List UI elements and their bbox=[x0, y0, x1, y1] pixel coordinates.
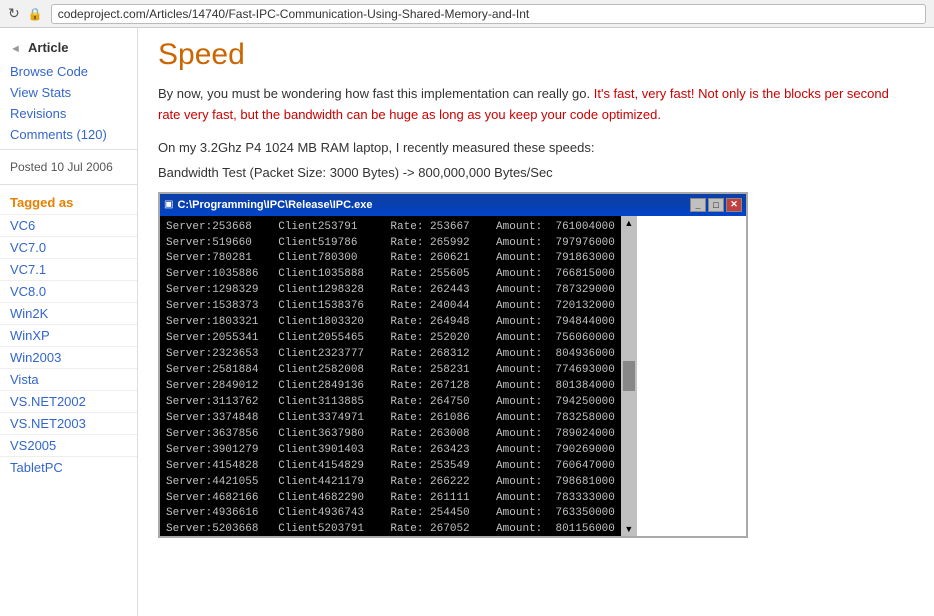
terminal-minimize-button[interactable]: _ bbox=[690, 198, 706, 212]
sidebar-link-revisions[interactable]: Revisions bbox=[0, 103, 137, 124]
terminal-title: C:\Programming\IPC\Release\IPC.exe bbox=[177, 199, 372, 211]
terminal-titlebar-left: ▣ C:\Programming\IPC\Release\IPC.exe bbox=[164, 199, 372, 211]
terminal-line: Server:3113762 Client3113885 Rate: 26475… bbox=[166, 395, 615, 411]
terminal-line: Server:4682166 Client4682290 Rate: 26111… bbox=[166, 491, 615, 507]
terminal-window: ▣ C:\Programming\IPC\Release\IPC.exe _ □… bbox=[158, 192, 748, 538]
sidebar: ◄ Article Browse Code View Stats Revisio… bbox=[0, 28, 138, 616]
sidebar-section-title: ◄ Article bbox=[0, 36, 137, 61]
bandwidth-line: Bandwidth Test (Packet Size: 3000 Bytes)… bbox=[158, 165, 914, 180]
sidebar-tag-tabletpc[interactable]: TabletPC bbox=[0, 456, 137, 478]
terminal-body: Server:253668 Client253791 Rate: 253667 … bbox=[160, 216, 621, 536]
sidebar-divider-2 bbox=[0, 184, 137, 185]
sidebar-divider-1 bbox=[0, 149, 137, 150]
terminal-line: Server:4421055 Client4421179 Rate: 26622… bbox=[166, 475, 615, 491]
sidebar-tagged-label: Tagged as bbox=[0, 189, 137, 214]
terminal-window-buttons: _ □ ✕ bbox=[690, 198, 742, 212]
sidebar-posted: Posted 10 Jul 2006 bbox=[0, 154, 137, 180]
terminal-line: Server:4936616 Client4936743 Rate: 25445… bbox=[166, 506, 615, 522]
sidebar-tag-win2003[interactable]: Win2003 bbox=[0, 346, 137, 368]
speed-label: On my 3.2Ghz P4 1024 MB RAM laptop, I re… bbox=[158, 140, 914, 155]
sidebar-tag-vc70[interactable]: VC7.0 bbox=[0, 236, 137, 258]
terminal-line: Server:780281 Client780300 Rate: 260621 … bbox=[166, 251, 615, 267]
content-area: Speed By now, you must be wondering how … bbox=[138, 28, 934, 616]
terminal-line: Server:2055341 Client2055465 Rate: 25202… bbox=[166, 331, 615, 347]
sidebar-arrow: ◄ bbox=[10, 43, 21, 55]
terminal-cmd-icon: ▣ bbox=[164, 199, 173, 210]
terminal-line: Server:5203668 Client5203791 Rate: 26705… bbox=[166, 522, 615, 535]
sidebar-link-browse-code[interactable]: Browse Code bbox=[0, 61, 137, 82]
sidebar-tag-vc71[interactable]: VC7.1 bbox=[0, 258, 137, 280]
page-title: Speed bbox=[158, 38, 914, 72]
sidebar-tag-vc6[interactable]: VC6 bbox=[0, 214, 137, 236]
terminal-close-button[interactable]: ✕ bbox=[726, 198, 742, 212]
terminal-line: Server:2849012 Client2849136 Rate: 26712… bbox=[166, 379, 615, 395]
terminal-line: Server:2323653 Client2323777 Rate: 26831… bbox=[166, 347, 615, 363]
sidebar-tag-vc80[interactable]: VC8.0 bbox=[0, 280, 137, 302]
sidebar-tag-vsnet2002[interactable]: VS.NET2002 bbox=[0, 390, 137, 412]
sidebar-link-view-stats[interactable]: View Stats bbox=[0, 82, 137, 103]
terminal-scrollbar-up[interactable]: ▲ bbox=[624, 218, 633, 228]
url-bar[interactable] bbox=[51, 4, 926, 24]
terminal-line: Server:253668 Client253791 Rate: 253667 … bbox=[166, 220, 615, 236]
terminal-line: Server:1803321 Client1803320 Rate: 26494… bbox=[166, 315, 615, 331]
sidebar-tag-win2k[interactable]: Win2K bbox=[0, 302, 137, 324]
terminal-line: Server:3637856 Client3637980 Rate: 26300… bbox=[166, 427, 615, 443]
sidebar-tag-vs2005[interactable]: VS2005 bbox=[0, 434, 137, 456]
highlight-text: It's fast, very fast! Not only is the bl… bbox=[158, 86, 889, 122]
terminal-line: Server:1035886 Client1035888 Rate: 25560… bbox=[166, 267, 615, 283]
sidebar-tag-vsnet2003[interactable]: VS.NET2003 bbox=[0, 412, 137, 434]
terminal-restore-button[interactable]: □ bbox=[708, 198, 724, 212]
sidebar-tag-vista[interactable]: Vista bbox=[0, 368, 137, 390]
terminal-titlebar: ▣ C:\Programming\IPC\Release\IPC.exe _ □… bbox=[160, 194, 746, 216]
terminal-line: Server:4154828 Client4154829 Rate: 25354… bbox=[166, 459, 615, 475]
terminal-scrollbar-thumb[interactable] bbox=[623, 361, 635, 391]
terminal-content-area: Server:253668 Client253791 Rate: 253667 … bbox=[160, 216, 746, 536]
sidebar-link-comments[interactable]: Comments (120) bbox=[0, 124, 137, 145]
browser-top-bar: ↻ 🔒 bbox=[0, 0, 934, 28]
reload-icon[interactable]: ↻ bbox=[8, 5, 20, 22]
terminal-line: Server:1298329 Client1298328 Rate: 26244… bbox=[166, 283, 615, 299]
terminal-line: Server:2581884 Client2582008 Rate: 25823… bbox=[166, 363, 615, 379]
terminal-line: Server:3901279 Client3901403 Rate: 26342… bbox=[166, 443, 615, 459]
intro-paragraph: By now, you must be wondering how fast t… bbox=[158, 84, 914, 126]
terminal-scrollbar[interactable]: ▲ ▼ bbox=[621, 216, 637, 536]
terminal-line: Server:519660 Client519786 Rate: 265992 … bbox=[166, 236, 615, 252]
terminal-scrollbar-down[interactable]: ▼ bbox=[624, 524, 633, 534]
lock-icon: 🔒 bbox=[28, 7, 43, 21]
main-layout: ◄ Article Browse Code View Stats Revisio… bbox=[0, 28, 934, 616]
terminal-line: Server:3374848 Client3374971 Rate: 26108… bbox=[166, 411, 615, 427]
sidebar-tag-winxp[interactable]: WinXP bbox=[0, 324, 137, 346]
terminal-line: Server:1538373 Client1538376 Rate: 24004… bbox=[166, 299, 615, 315]
